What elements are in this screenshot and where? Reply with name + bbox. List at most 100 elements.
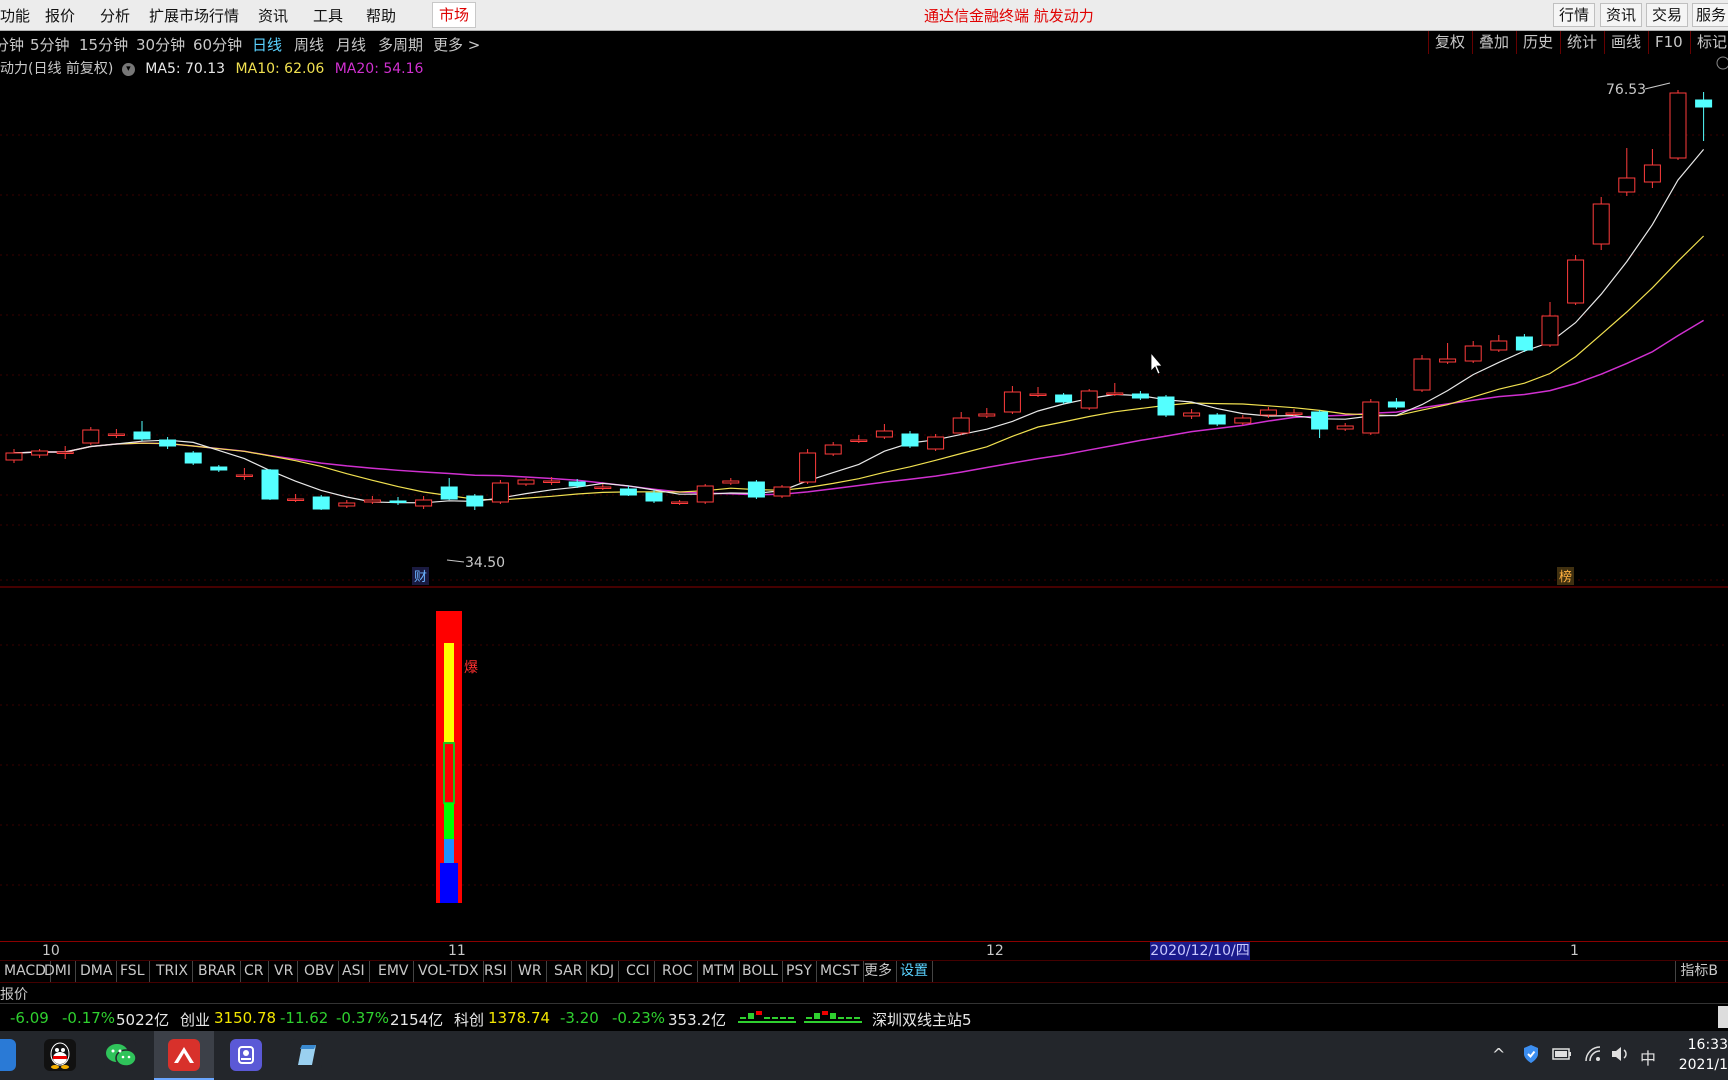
menu-news[interactable]: 资讯: [258, 5, 288, 26]
quote-button[interactable]: 行情: [1553, 3, 1595, 27]
quote-label[interactable]: 报价: [0, 984, 28, 1004]
indicator-tab-10[interactable]: EMV: [374, 961, 414, 982]
indicator-tab-6[interactable]: CR: [240, 961, 269, 982]
indicator-tab-1[interactable]: DMI: [40, 961, 76, 982]
tool-history[interactable]: 历史: [1516, 31, 1553, 54]
tool-restore-rights[interactable]: 复权: [1428, 31, 1465, 54]
tdx-app-icon[interactable]: [168, 1039, 200, 1071]
indicator-tab-20[interactable]: PSY: [782, 961, 817, 982]
indicator-tab-3[interactable]: FSL: [116, 961, 150, 982]
period-monthly[interactable]: 月线: [336, 34, 366, 55]
menu-help[interactable]: 帮助: [366, 5, 396, 26]
scrollbar-stub[interactable]: [1718, 1006, 1728, 1028]
service-button[interactable]: 服务: [1692, 3, 1728, 27]
candle-body: [722, 480, 740, 484]
notepad-icon[interactable]: [290, 1039, 322, 1071]
candle-body: [1387, 401, 1405, 408]
ime-indicator[interactable]: 中: [1640, 1045, 1656, 1069]
ma20-line: [13, 319, 1704, 496]
indicator-tab-14[interactable]: SAR: [550, 961, 588, 982]
indicator-tab-8[interactable]: OBV: [300, 961, 339, 982]
indicator-tab-4[interactable]: TRIX: [152, 961, 193, 982]
scroll-indicator-icon[interactable]: [1716, 56, 1728, 70]
market-button[interactable]: 市场: [432, 2, 476, 28]
period-more[interactable]: 更多 >: [433, 34, 480, 55]
indicator-tab-23[interactable]: 设置: [896, 961, 933, 982]
candle-body: [389, 500, 407, 503]
candle-body: [1464, 345, 1482, 362]
menu-analysis[interactable]: 分析: [100, 5, 130, 26]
candle-body: [82, 429, 100, 444]
high-arrow: [1644, 82, 1671, 90]
high-price-label: 76.53: [1606, 82, 1646, 98]
tray-expand-icon[interactable]: ^: [1492, 1045, 1505, 1064]
volume-icon[interactable]: [1610, 1045, 1630, 1063]
indicator-tab-13[interactable]: WR: [514, 961, 547, 982]
candle-body: [1541, 315, 1559, 346]
burst-bar-cyan: [444, 839, 454, 863]
tool-overlay[interactable]: 叠加: [1472, 31, 1509, 54]
tool-statistics[interactable]: 统计: [1560, 31, 1597, 54]
indicator-tab-22[interactable]: 更多: [860, 961, 897, 982]
finance-marker[interactable]: 财: [414, 570, 427, 585]
candle-body: [1131, 393, 1149, 399]
kc-pct: -0.23%: [612, 1009, 666, 1027]
indicator-tab-17[interactable]: ROC: [658, 961, 698, 982]
period-15min[interactable]: 15分钟: [79, 34, 128, 55]
candle-body: [1208, 414, 1226, 425]
server-name[interactable]: 深圳双线主站5: [872, 1009, 972, 1030]
indicator-tab-7[interactable]: VR: [270, 961, 299, 982]
shield-icon[interactable]: [1522, 1044, 1540, 1064]
candle-body: [107, 433, 125, 436]
candle-body: [1003, 391, 1021, 413]
indicator-tab-9[interactable]: ASI: [338, 961, 370, 982]
start-app-icon[interactable]: [0, 1039, 16, 1071]
indicator-tab-12[interactable]: RSI: [480, 961, 512, 982]
indicator-tab-5[interactable]: BRAR: [194, 961, 242, 982]
wifi-icon[interactable]: [1584, 1045, 1602, 1063]
qq-icon[interactable]: [44, 1039, 76, 1071]
x-label-oct: 10: [42, 943, 60, 959]
period-multi[interactable]: 多周期: [378, 34, 423, 55]
period-30min[interactable]: 30分钟: [136, 34, 185, 55]
cursor-date: 2020/12/10/四: [1150, 942, 1250, 960]
battery-icon[interactable]: [1552, 1047, 1572, 1061]
menu-extended-market[interactable]: 扩展市场行情: [149, 5, 239, 26]
period-5min[interactable]: 5分钟: [30, 34, 70, 55]
menu-function[interactable]: 功能: [0, 5, 30, 26]
cy-name[interactable]: 创业: [180, 1009, 210, 1030]
menu-quote[interactable]: 报价: [45, 5, 75, 26]
period-1min[interactable]: 分钟: [0, 34, 24, 55]
menu-tools[interactable]: 工具: [313, 5, 343, 26]
indicator-tab-18[interactable]: MTM: [698, 961, 740, 982]
period-daily[interactable]: 日线: [252, 34, 282, 55]
indicator-tab-2[interactable]: DMA: [76, 961, 118, 982]
kc-name[interactable]: 科创: [454, 1009, 484, 1030]
indicator-tab-16[interactable]: CCI: [622, 961, 655, 982]
period-weekly[interactable]: 周线: [294, 34, 324, 55]
candle-body: [1285, 412, 1303, 415]
indicator-tab-11[interactable]: VOL-TDX: [414, 961, 484, 982]
cy-change: -11.62: [280, 1009, 329, 1027]
candle-body: [696, 485, 714, 503]
period-60min[interactable]: 60分钟: [193, 34, 242, 55]
kline-chart[interactable]: 76.53 34.50 财 榜 爆: [0, 55, 1728, 941]
trade-button[interactable]: 交易: [1646, 3, 1688, 27]
dingtalk-icon[interactable]: [230, 1039, 262, 1071]
signal-bars-icon-2: [804, 1011, 862, 1023]
candle-body: [901, 433, 919, 447]
indicator-b-button[interactable]: 指标B: [1675, 961, 1718, 982]
tool-f10[interactable]: F10: [1648, 31, 1683, 54]
candle-body: [594, 486, 612, 489]
tool-mark[interactable]: 标记: [1690, 31, 1727, 54]
rank-marker[interactable]: 榜: [1559, 569, 1572, 585]
indicator-tab-21[interactable]: MCST: [816, 961, 865, 982]
wechat-icon[interactable]: [104, 1039, 137, 1071]
news-button[interactable]: 资讯: [1600, 3, 1642, 27]
indicator-tab-15[interactable]: KDJ: [586, 961, 620, 982]
tool-draw-line[interactable]: 画线: [1604, 31, 1641, 54]
indicator-tab-19[interactable]: BOLL: [738, 961, 783, 982]
taskbar-clock[interactable]: 16:33 2021/1: [1670, 1035, 1728, 1075]
window-title: 通达信金融终端 航发动力: [924, 7, 1094, 25]
candle-body: [312, 496, 330, 510]
